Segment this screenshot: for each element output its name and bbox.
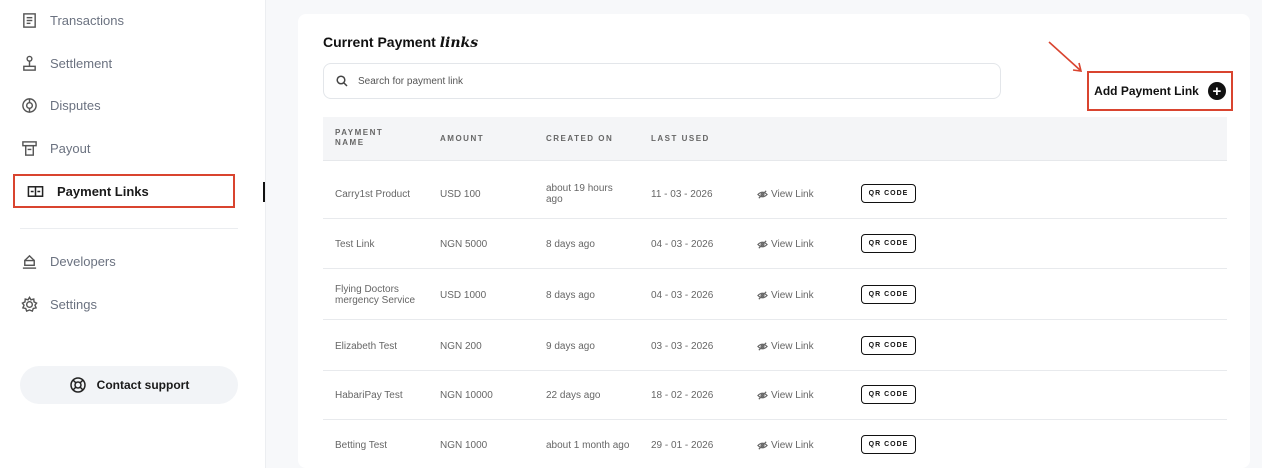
eye-off-icon bbox=[757, 291, 768, 300]
settlement-icon bbox=[20, 54, 38, 72]
table-row: Flying Doctors mergency Service USD 1000… bbox=[323, 270, 1227, 320]
sidebar-item-label: Settings bbox=[50, 296, 97, 312]
sidebar-item-label: Payout bbox=[50, 140, 91, 156]
view-link[interactable]: View Link bbox=[757, 341, 814, 352]
created-on: 9 days ago bbox=[546, 341, 595, 352]
eye-off-icon bbox=[757, 391, 768, 400]
column-header: PAYMENT NAME bbox=[335, 128, 384, 147]
view-link[interactable]: View Link bbox=[757, 239, 814, 250]
sidebar-divider bbox=[20, 228, 238, 229]
sidebar-item-label: Transactions bbox=[50, 12, 124, 28]
sidebar-item-disputes[interactable]: Disputes bbox=[20, 96, 101, 114]
qr-code-button[interactable]: QR CODE bbox=[861, 336, 916, 355]
created-on: about 19 hours ago bbox=[546, 183, 613, 205]
payment-links-icon bbox=[27, 182, 45, 200]
eye-off-icon bbox=[757, 190, 768, 199]
table-row: Test Link NGN 5000 8 days ago 04 - 03 - … bbox=[323, 219, 1227, 269]
view-link-label: View Link bbox=[771, 290, 814, 301]
search-box bbox=[323, 63, 1001, 99]
add-payment-link-label: Add Payment Link bbox=[1094, 84, 1199, 98]
sidebar-item-settings[interactable]: Settings bbox=[20, 295, 97, 313]
payment-name: Flying Doctors mergency Service bbox=[335, 284, 416, 306]
sidebar-item-label: Developers bbox=[50, 253, 116, 269]
payment-name: Betting Test bbox=[335, 440, 388, 451]
disputes-icon bbox=[20, 96, 38, 114]
gear-icon bbox=[20, 295, 38, 313]
qr-code-button[interactable]: QR CODE bbox=[861, 234, 916, 253]
last-used: 29 - 01 - 2026 bbox=[651, 440, 714, 451]
sidebar-item-label: Settlement bbox=[50, 55, 113, 71]
eye-off-icon bbox=[757, 441, 768, 450]
table-row: Elizabeth Test NGN 200 9 days ago 03 - 0… bbox=[323, 321, 1227, 371]
view-link-label: View Link bbox=[771, 189, 814, 200]
column-header: LAST USED bbox=[651, 134, 710, 143]
qr-code-button[interactable]: QR CODE bbox=[861, 435, 916, 454]
search-icon bbox=[336, 75, 348, 87]
column-header: AMOUNT bbox=[440, 134, 485, 143]
last-used: 11 - 03 - 2026 bbox=[651, 189, 713, 200]
qr-code-button[interactable]: QR CODE bbox=[861, 385, 916, 404]
last-used: 03 - 03 - 2026 bbox=[651, 341, 714, 352]
search-input[interactable] bbox=[358, 75, 958, 87]
payment-name: Test Link bbox=[335, 239, 375, 250]
created-on: 8 days ago bbox=[546, 290, 595, 301]
view-link-label: View Link bbox=[771, 440, 814, 451]
eye-off-icon bbox=[757, 240, 768, 249]
created-on: 8 days ago bbox=[546, 239, 595, 250]
created-on: about 1 month ago bbox=[546, 440, 630, 451]
payment-name: HabariPay Test bbox=[335, 390, 403, 401]
lifebuoy-icon bbox=[69, 377, 86, 393]
title-prefix: Current Payment bbox=[323, 34, 436, 50]
amount: NGN 10000 bbox=[440, 390, 493, 401]
column-header: CREATED ON bbox=[546, 134, 614, 143]
payment-name: Elizabeth Test bbox=[335, 341, 398, 352]
page-title: Current Payment links bbox=[323, 34, 478, 51]
title-emphasis: links bbox=[439, 35, 479, 51]
plus-icon: + bbox=[1207, 82, 1226, 100]
payment-links-card: Current Payment links Add Payment Link +… bbox=[298, 14, 1250, 468]
add-payment-link-button[interactable]: Add Payment Link + bbox=[1087, 71, 1233, 111]
payout-icon bbox=[20, 139, 38, 157]
developers-icon bbox=[20, 252, 38, 270]
view-link-label: View Link bbox=[771, 239, 814, 250]
last-used: 18 - 02 - 2026 bbox=[651, 390, 714, 401]
view-link[interactable]: View Link bbox=[757, 440, 814, 451]
view-link-label: View Link bbox=[771, 341, 814, 352]
amount: NGN 200 bbox=[440, 341, 482, 352]
view-link[interactable]: View Link bbox=[757, 390, 814, 401]
sidebar: Transactions Settlement Disputes Payout … bbox=[0, 0, 266, 468]
table-row: Betting Test NGN 1000 about 1 month ago … bbox=[323, 420, 1227, 468]
created-on: 22 days ago bbox=[546, 390, 601, 401]
amount: USD 100 bbox=[440, 189, 481, 200]
amount: USD 1000 bbox=[440, 290, 487, 301]
contact-support-label: Contact support bbox=[96, 378, 190, 392]
amount: NGN 5000 bbox=[440, 239, 488, 250]
qr-code-button[interactable]: QR CODE bbox=[861, 184, 916, 203]
eye-off-icon bbox=[757, 342, 768, 351]
table-row: Carry1st Product USD 100 about 19 hours … bbox=[323, 169, 1227, 219]
payment-name: Carry1st Product bbox=[335, 189, 411, 200]
sidebar-item-developers[interactable]: Developers bbox=[20, 252, 116, 270]
arrow-annotation-icon bbox=[1048, 41, 1083, 72]
sidebar-item-label: Disputes bbox=[50, 97, 101, 113]
table-header: PAYMENT NAME AMOUNT CREATED ON LAST USED bbox=[323, 117, 1227, 161]
sidebar-item-transactions[interactable]: Transactions bbox=[20, 11, 124, 29]
transactions-icon bbox=[20, 11, 38, 29]
last-used: 04 - 03 - 2026 bbox=[651, 290, 714, 301]
qr-code-button[interactable]: QR CODE bbox=[861, 285, 916, 304]
contact-support-button[interactable]: Contact support bbox=[20, 366, 238, 404]
amount: NGN 1000 bbox=[440, 440, 488, 451]
table-row: HabariPay Test NGN 10000 22 days ago 18 … bbox=[323, 370, 1227, 420]
sidebar-item-settlement[interactable]: Settlement bbox=[20, 54, 112, 72]
sidebar-item-payout[interactable]: Payout bbox=[20, 139, 90, 157]
sidebar-resize-handle[interactable] bbox=[263, 182, 265, 202]
last-used: 04 - 03 - 2026 bbox=[651, 239, 714, 250]
view-link-label: View Link bbox=[771, 390, 814, 401]
view-link[interactable]: View Link bbox=[757, 290, 814, 301]
sidebar-item-payment-links[interactable]: Payment Links bbox=[13, 174, 235, 208]
sidebar-item-label: Payment Links bbox=[57, 183, 149, 199]
view-link[interactable]: View Link bbox=[757, 189, 814, 200]
